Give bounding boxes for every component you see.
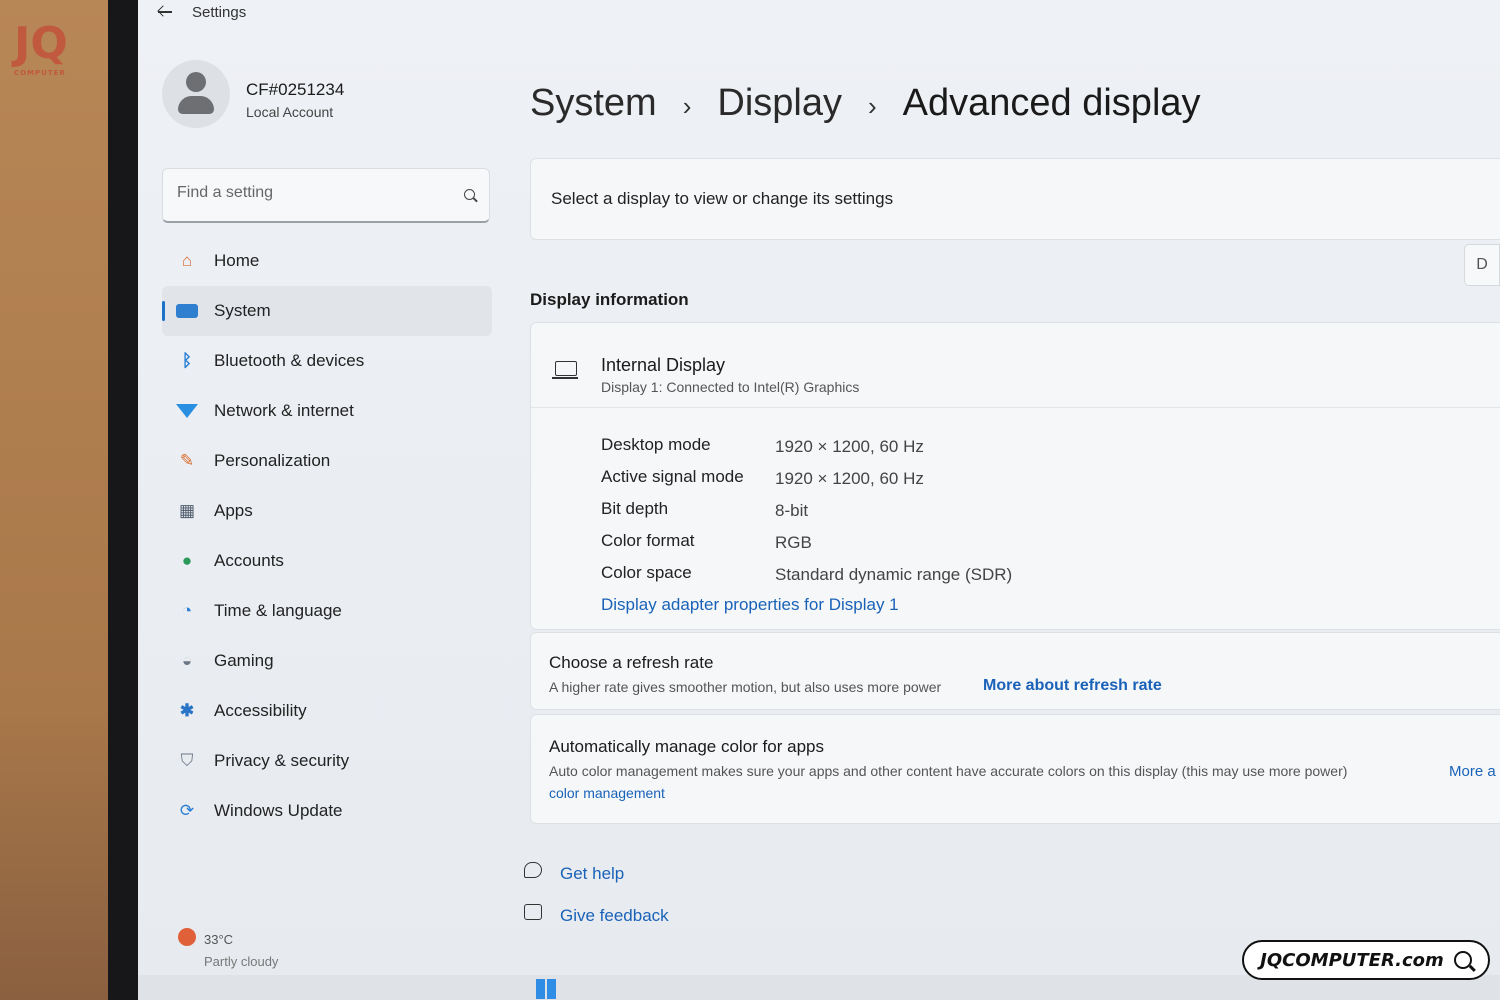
apps-icon: ▦ [178,501,196,520]
chevron-right-icon: › [682,91,692,121]
spec-label: Bit depth [601,499,669,518]
display-name: Internal Display [601,355,726,375]
sidebar-item-time-language[interactable]: ◔ Time & language [162,586,492,636]
sidebar-item-label: Accounts [214,551,284,570]
page-title: Advanced display [902,82,1201,124]
watermark-search-icon [1453,951,1472,969]
sidebar-item-privacy[interactable]: ⛉ Privacy & security [162,736,492,786]
display-adapter-properties-link[interactable]: Display adapter properties for Display 1 [601,595,899,615]
watermark-text: JQCOMPUTER.com [1260,949,1444,971]
breadcrumb: System › Display › Advanced display [530,82,1201,125]
globe-clock-icon: ◔ [181,601,193,620]
spec-label: Active signal mode [601,467,744,486]
refresh-rate-card[interactable]: Choose a refresh rate A higher rate give… [530,632,1500,710]
sidebar-item-label: Apps [214,501,253,520]
wifi-icon [176,404,198,418]
bluetooth-icon: ᛒ [181,351,193,370]
select-display-text: Select a display to view or change its s… [551,189,894,208]
titlebar: Settings [158,0,246,24]
back-arrow-icon[interactable] [158,4,174,20]
section-title-display-info: Display information [530,290,689,309]
display-info-card: Internal Display Display 1: Connected to… [530,322,1500,630]
sidebar-item-system[interactable]: System [162,286,492,336]
sidebar-item-label: Windows Update [214,801,343,820]
display-select-dropdown[interactable]: D [1464,244,1500,286]
sidebar-item-accounts[interactable]: ● Accounts [162,536,492,586]
chevron-right-icon: › [867,91,877,121]
gamepad-icon: ◒ [181,651,193,670]
feedback-icon [524,904,542,920]
color-management-link[interactable]: color management [549,785,665,801]
sidebar-item-gaming[interactable]: ◒ Gaming [162,636,492,686]
weather-icon[interactable] [178,928,196,946]
spec-label: Color format [601,531,695,550]
sidebar-item-accessibility[interactable]: ✱ Accessibility [162,686,492,736]
brush-icon: ✎ [179,451,195,470]
spec-value: 1920 × 1200, 60 Hz [775,437,924,456]
avatar-body-icon [178,96,214,114]
sidebar-item-label: Bluetooth & devices [214,351,365,370]
spec-value: 8-bit [775,501,809,520]
sidebar-item-label: Accessibility [214,701,307,720]
spec-value: 1920 × 1200, 60 Hz [775,469,924,488]
sidebar-item-apps[interactable]: ▦ Apps [162,486,492,536]
display-subtitle: Display 1: Connected to Intel(R) Graphic… [601,379,860,395]
windows-start-icon[interactable] [536,979,556,999]
refresh-rate-title: Choose a refresh rate [549,653,714,672]
spec-label: Color space [601,563,692,582]
settings-window: Settings CF#0251234 Local Account ⌂ Home… [138,0,1500,975]
auto-color-title: Automatically manage color for apps [549,737,824,756]
sidebar-item-home[interactable]: ⌂ Home [162,236,492,286]
account-type: Local Account [246,104,334,120]
breadcrumb-display[interactable]: Display [717,82,842,125]
avatar[interactable] [162,60,230,128]
watermark-badge: JQCOMPUTER.com [1242,940,1490,980]
breadcrumb-system[interactable]: System [530,82,657,125]
give-feedback-link[interactable]: Give feedback [560,906,669,926]
sidebar-item-label: Personalization [214,451,331,470]
background-wall: JQ COMPUTER [0,0,120,1000]
sidebar-item-windows-update[interactable]: ⟳ Windows Update [162,786,492,836]
system-icon [176,304,198,318]
sidebar-item-network[interactable]: Network & internet [162,386,492,436]
window-title: Settings [192,3,247,21]
select-display-card: Select a display to view or change its s… [530,158,1500,240]
weather-temp: 33°C [204,932,234,947]
account-name: CF#0251234 [246,80,345,99]
sidebar-item-bluetooth[interactable]: ᛒ Bluetooth & devices [162,336,492,386]
refresh-rate-description: A higher rate gives smoother motion, but… [549,679,942,695]
display-info-header: Internal Display Display 1: Connected to… [531,323,1500,408]
watermark-logo-top-left: JQ COMPUTER [14,18,68,77]
auto-color-management-card[interactable]: Automatically manage color for apps Auto… [530,714,1500,824]
shield-icon: ⛉ [180,751,194,770]
help-icon [524,862,542,878]
monitor-icon [552,361,578,379]
home-icon: ⌂ [181,251,193,270]
more-about-refresh-rate-link[interactable]: More about refresh rate [983,677,1162,695]
sidebar-item-label: Gaming [214,651,274,670]
sidebar-nav: ⌂ Home System ᛒ Bluetooth & devices Netw… [162,236,492,836]
spec-value: Standard dynamic range (SDR) [775,565,1013,584]
avatar-head-icon [186,72,206,92]
sidebar-item-label: Network & internet [214,401,354,420]
accessibility-icon: ✱ [179,701,195,720]
update-icon: ⟳ [179,801,195,820]
sidebar-item-label: Home [214,251,260,270]
sidebar-item-label: Privacy & security [214,751,350,770]
search-input[interactable] [175,183,439,203]
sidebar-item-label: System [214,301,271,320]
search-icon[interactable] [464,189,475,200]
sidebar-item-label: Time & language [214,601,342,620]
more-about-color-link[interactable]: More a [1449,763,1496,780]
sidebar-item-personalization[interactable]: ✎ Personalization [162,436,492,486]
person-icon: ● [181,551,193,570]
spec-value: RGB [775,533,812,552]
get-help-link[interactable]: Get help [560,864,624,884]
search-box[interactable] [162,168,490,223]
spec-label: Desktop mode [601,435,711,454]
weather-condition: Partly cloudy [204,954,279,969]
auto-color-description: Auto color management makes sure your ap… [549,763,1348,779]
